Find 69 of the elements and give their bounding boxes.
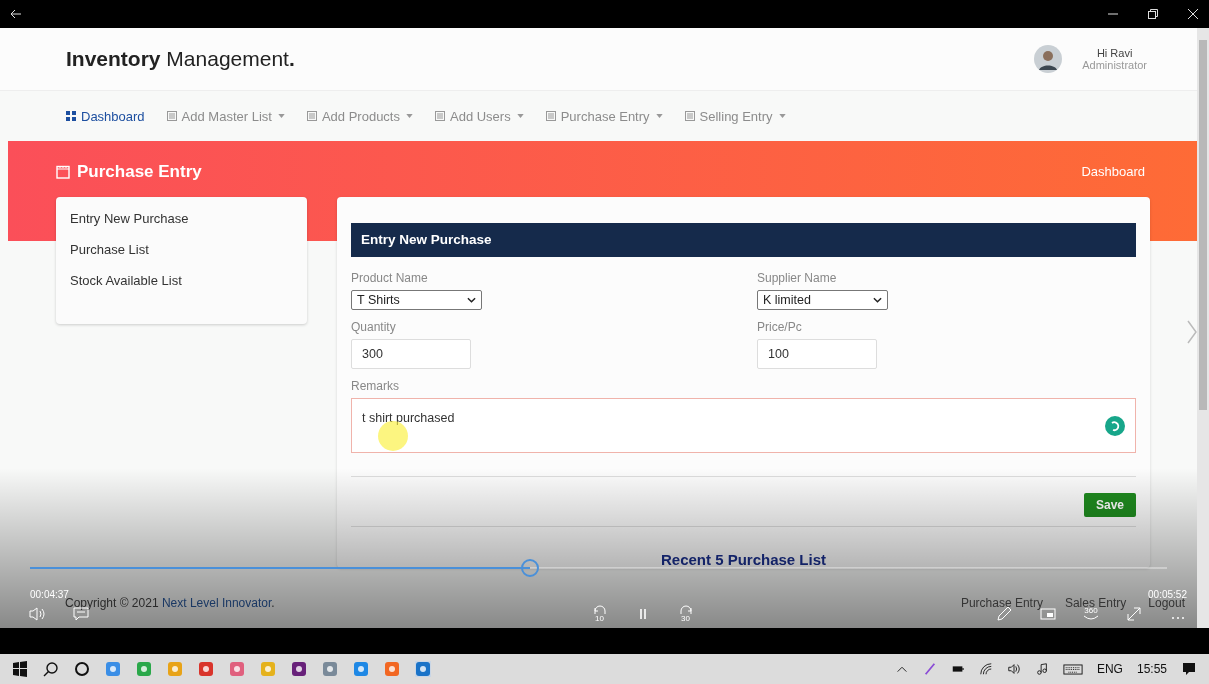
user-role: Administrator bbox=[1082, 59, 1147, 71]
app-icon[interactable] bbox=[415, 661, 431, 677]
spinner-icon bbox=[1105, 416, 1125, 436]
select-field[interactable]: K limited bbox=[757, 290, 888, 310]
list-icon bbox=[435, 111, 445, 121]
list-icon bbox=[545, 111, 556, 121]
sidebar-item[interactable]: Purchase List bbox=[70, 242, 307, 257]
input-field[interactable]: 100 bbox=[757, 339, 877, 369]
fullscreen-icon[interactable] bbox=[1125, 606, 1143, 622]
nav-item[interactable]: Add Master List bbox=[166, 108, 285, 124]
field-label: Price/Pc bbox=[757, 320, 802, 334]
pen-icon[interactable] bbox=[995, 606, 1013, 622]
volume-icon[interactable] bbox=[1006, 662, 1021, 676]
field-label: Product Name bbox=[351, 271, 428, 285]
save-button[interactable]: Save bbox=[1083, 493, 1136, 517]
nav-item[interactable]: Purchase Entry bbox=[545, 108, 663, 124]
input-field[interactable]: 300 bbox=[351, 339, 471, 369]
field-label: Remarks bbox=[351, 379, 399, 393]
app-icon[interactable] bbox=[198, 661, 214, 677]
back-arrow-icon[interactable] bbox=[10, 8, 22, 20]
section-title: Recent 5 Purchase List bbox=[659, 551, 828, 568]
copyright-text: Copyright © 2021 Next Level Innovator. bbox=[65, 596, 275, 610]
footer-link[interactable]: Purchase Entry bbox=[960, 596, 1043, 610]
vr-button[interactable]: 360 bbox=[1083, 607, 1099, 621]
chevron-down-icon bbox=[873, 297, 882, 303]
language-indicator[interactable]: ENG bbox=[1096, 662, 1123, 676]
list-icon bbox=[306, 111, 317, 121]
restore-icon[interactable] bbox=[1147, 8, 1159, 20]
app-icon[interactable] bbox=[291, 661, 307, 677]
chevron-down-icon bbox=[467, 297, 476, 303]
pen-icon[interactable] bbox=[922, 662, 937, 676]
progress-thumb[interactable] bbox=[521, 559, 540, 577]
scrollbar[interactable] bbox=[1197, 28, 1209, 628]
page-title: Purchase Entry bbox=[77, 162, 202, 182]
select-field[interactable]: T Shirts bbox=[351, 290, 482, 310]
sidebar-item[interactable]: Stock Available List bbox=[70, 273, 307, 288]
wifi-icon[interactable] bbox=[978, 662, 993, 676]
clock[interactable]: 15:55 bbox=[1136, 662, 1167, 676]
remarks-field[interactable]: t shirt purchased bbox=[351, 398, 1136, 453]
notification-icon[interactable] bbox=[1181, 661, 1197, 677]
forward-button[interactable]: 30 bbox=[677, 605, 694, 623]
rewind-icon bbox=[591, 605, 608, 615]
sidebar-item[interactable]: Entry New Purchase bbox=[70, 211, 307, 226]
start-icon[interactable] bbox=[12, 661, 28, 677]
list-icon bbox=[684, 111, 695, 121]
company-link[interactable]: Next Level Innovator bbox=[161, 596, 272, 610]
search-icon[interactable] bbox=[43, 661, 59, 677]
brand-logo[interactable]: Inventory Management. bbox=[66, 47, 295, 71]
rewind-button[interactable]: 10 bbox=[591, 605, 608, 623]
keyboard-icon[interactable] bbox=[1062, 662, 1083, 676]
music-note-icon[interactable] bbox=[1034, 662, 1049, 676]
user-greeting: Hi Ravi bbox=[1096, 47, 1133, 59]
forward-icon bbox=[677, 605, 694, 615]
nav-item[interactable]: Add Products bbox=[306, 108, 413, 124]
form-header: Entry New Purchase bbox=[351, 223, 1136, 257]
field-label: Quantity bbox=[351, 320, 396, 334]
list-icon bbox=[166, 111, 177, 121]
rotate-icon bbox=[1083, 615, 1099, 621]
nav-item[interactable]: Add Users bbox=[435, 108, 524, 124]
nav-item[interactable]: Selling Entry bbox=[684, 108, 786, 124]
nav-item[interactable]: Dashboard bbox=[66, 108, 145, 124]
calendar-icon bbox=[56, 165, 70, 179]
volume-icon[interactable] bbox=[28, 606, 46, 622]
circle-icon[interactable] bbox=[74, 661, 90, 677]
avatar-icon[interactable] bbox=[1034, 45, 1063, 73]
field-label: Supplier Name bbox=[757, 271, 837, 285]
grid-icon bbox=[66, 111, 76, 121]
close-icon[interactable] bbox=[1187, 8, 1199, 20]
breadcrumb-link[interactable]: Dashboard bbox=[1081, 164, 1145, 179]
